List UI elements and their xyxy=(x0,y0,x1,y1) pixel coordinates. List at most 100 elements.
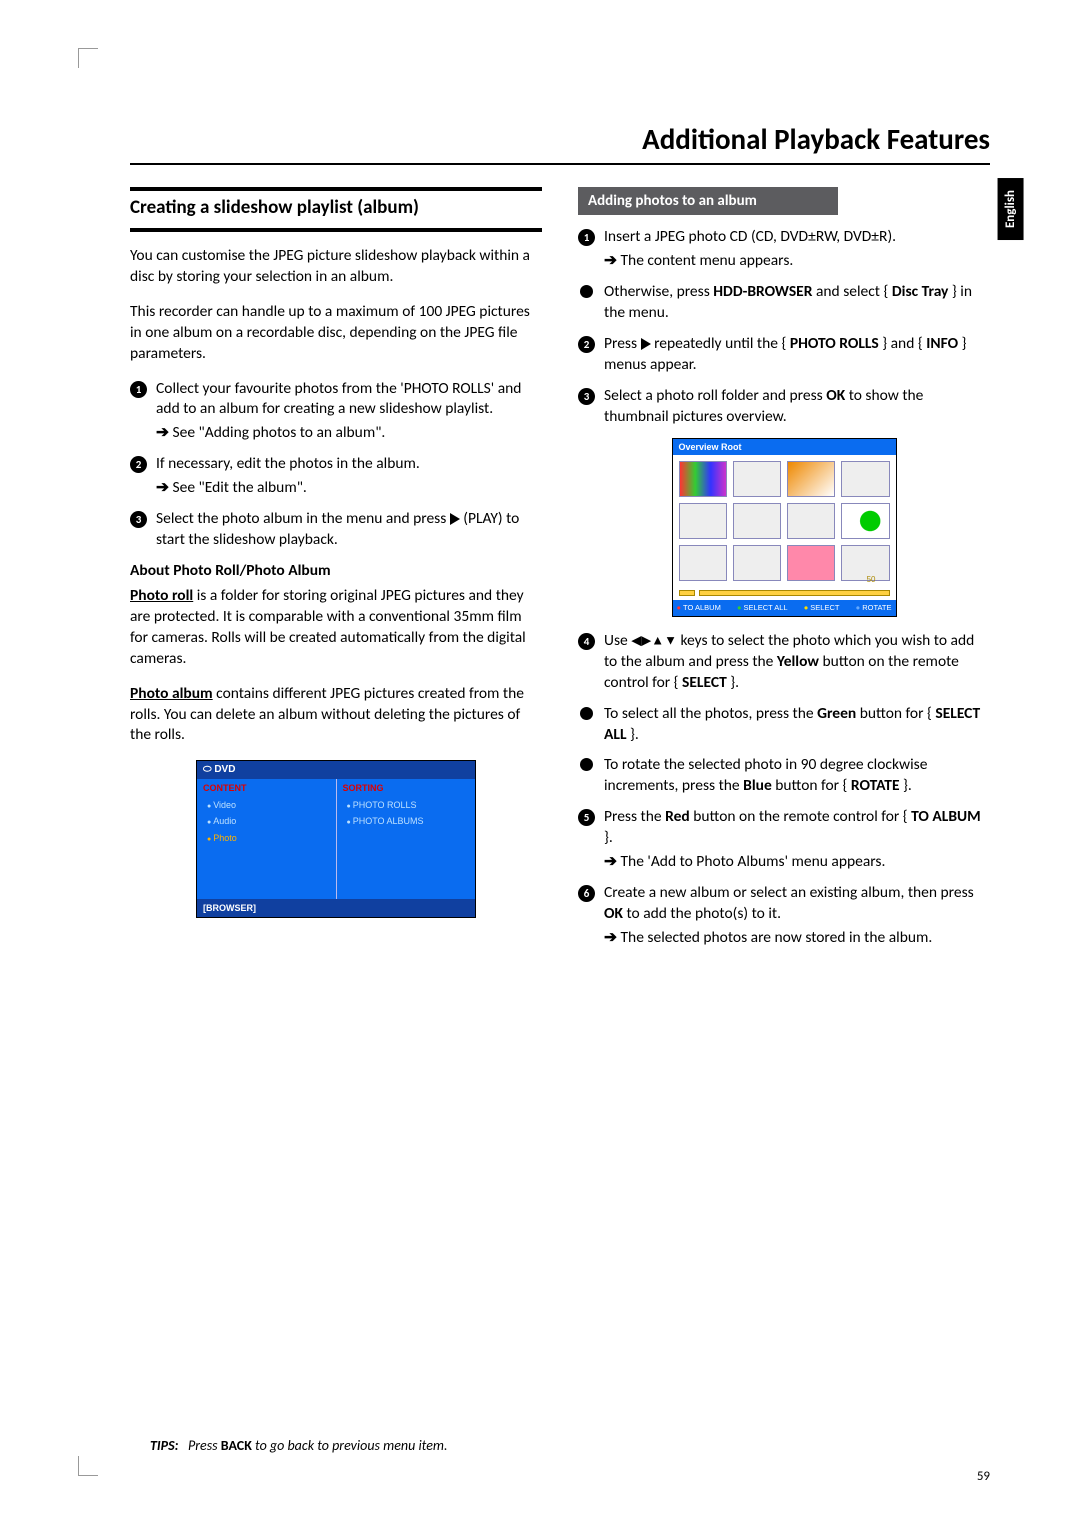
tips-text-a: Press xyxy=(188,1437,221,1454)
right-column: Adding photos to an album 1 Insert a JPE… xyxy=(578,187,990,959)
step-r1b: Otherwise, press HDD-BROWSER and select … xyxy=(578,282,990,324)
language-tab: English xyxy=(998,178,1024,240)
nav-arrows-icon: ◀▶▲▼ xyxy=(631,633,677,648)
overview-title: Overview Root xyxy=(673,439,896,455)
t: Disc Tray xyxy=(892,282,949,301)
step-number-icon: 5 xyxy=(578,809,595,826)
step-number-icon: 2 xyxy=(578,336,595,353)
tips-text-b: to go back to previous menu item. xyxy=(252,1437,448,1454)
t: button on the remote control for { xyxy=(690,807,911,826)
browser-col1-head: CONTENT xyxy=(197,779,336,797)
step-r5-sub: The 'Add to Photo Albums' menu appears. xyxy=(604,852,990,873)
t: Yellow xyxy=(777,652,819,671)
t: }. xyxy=(900,776,912,795)
t: repeatedly until the { xyxy=(651,334,790,353)
footer-rotate: ROTATE xyxy=(856,603,892,613)
thumbnail xyxy=(787,503,835,539)
t: OK xyxy=(604,904,623,923)
thumbnail xyxy=(841,545,889,581)
thumbnail xyxy=(787,461,835,497)
t: OK xyxy=(826,386,845,405)
step-number-icon: 1 xyxy=(578,229,595,246)
thumbnail xyxy=(679,503,727,539)
step-r6-sub: The selected photos are now stored in th… xyxy=(604,928,990,949)
thumbnail xyxy=(841,503,889,539)
t: Select a photo roll folder and press xyxy=(604,386,826,405)
step-3: 3 Select the photo album in the menu and… xyxy=(130,509,542,551)
t: Otherwise, press xyxy=(604,282,713,301)
step-1-sub: See "Adding photos to an album". xyxy=(156,423,542,444)
page: Additional Playback Features English Cre… xyxy=(0,0,1080,1524)
step-r1-sub: The content menu appears. xyxy=(604,251,990,272)
browser-footer: [BROWSER] xyxy=(197,899,475,917)
t: and select { xyxy=(812,282,891,301)
t: }. xyxy=(727,673,739,692)
photo-album-label: Photo album xyxy=(130,684,213,703)
step-1-text: Collect your favourite photos from the '… xyxy=(156,379,521,419)
tips-label: TIPS: xyxy=(150,1437,179,1454)
t: INFO xyxy=(926,334,958,353)
step-r1: 1 Insert a JPEG photo CD (CD, DVD±RW, DV… xyxy=(578,227,990,272)
browser-item: Audio xyxy=(197,813,336,829)
t: }. xyxy=(604,828,613,847)
step-2-text: If necessary, edit the photos in the alb… xyxy=(156,454,420,473)
step-number-icon: 6 xyxy=(578,885,595,902)
browser-item: PHOTO ALBUMS xyxy=(337,813,476,829)
play-icon xyxy=(450,513,460,525)
about-heading: About Photo Roll/Photo Album xyxy=(130,561,542,582)
intro-paragraph-1: You can customise the JPEG picture slide… xyxy=(130,246,542,288)
bullet-icon xyxy=(580,707,593,720)
thumbnail-grid xyxy=(673,455,896,587)
step-number-icon: 2 xyxy=(130,456,147,473)
t: Press xyxy=(604,334,641,353)
thumbnail xyxy=(733,461,781,497)
t: ROTATE xyxy=(851,776,900,795)
thumbnail xyxy=(787,545,835,581)
photo-roll-label: Photo roll xyxy=(130,586,193,605)
footer-select: SELECT xyxy=(804,603,840,613)
thumbnail xyxy=(679,545,727,581)
browser-item: Video xyxy=(197,797,336,813)
t: TO ALBUM xyxy=(911,807,981,826)
step-1: 1 Collect your favourite photos from the… xyxy=(130,379,542,445)
t: }. xyxy=(627,725,639,744)
section-heading-slideshow: Creating a slideshow playlist (album) xyxy=(130,187,542,232)
t: HDD-BROWSER xyxy=(713,282,812,301)
tips-bold: BACK xyxy=(221,1437,252,1454)
t: Press the xyxy=(604,807,665,826)
bullet-icon xyxy=(580,285,593,298)
overview-progress xyxy=(673,590,896,600)
t: Blue xyxy=(743,776,772,795)
step-r4: 4 Use ◀▶▲▼ keys to select the photo whic… xyxy=(578,631,990,694)
t: Red xyxy=(665,807,690,826)
overview-footer: TO ALBUM SELECT ALL SELECT ROTATE xyxy=(673,600,896,616)
t: Green xyxy=(817,704,856,723)
page-title: Additional Playback Features xyxy=(130,120,990,165)
browser-item: PHOTO ROLLS xyxy=(337,797,476,813)
browser-col2-head: SORTING xyxy=(337,779,476,797)
thumbnail xyxy=(679,461,727,497)
t: Use xyxy=(604,631,631,650)
t: SELECT xyxy=(682,673,727,692)
step-number-icon: 3 xyxy=(578,388,595,405)
play-icon xyxy=(641,338,651,350)
thumbnail xyxy=(733,503,781,539)
footer-to-album: TO ALBUM xyxy=(677,603,721,613)
step-2-sub: See "Edit the album". xyxy=(156,478,542,499)
step-r6: 6 Create a new album or select an existi… xyxy=(578,883,990,949)
t: button for { xyxy=(772,776,851,795)
page-number: 59 xyxy=(977,1468,990,1486)
about-photo-roll: Photo roll is a folder for storing origi… xyxy=(130,586,542,670)
t: button for { xyxy=(856,704,935,723)
crop-mark-bottom xyxy=(78,1456,98,1476)
overview-screenshot: Overview Root 50 TO ALBUM SELECT ALL SEL… xyxy=(672,438,897,617)
left-column: Creating a slideshow playlist (album) Yo… xyxy=(130,187,542,959)
step-r5: 5 Press the Red button on the remote con… xyxy=(578,807,990,873)
step-3-text-a: Select the photo album in the menu and p… xyxy=(156,509,450,528)
browser-title: DVD xyxy=(197,761,475,779)
step-r2: 2 Press repeatedly until the { PHOTO ROL… xyxy=(578,334,990,376)
t: PHOTO ROLLS xyxy=(790,334,879,353)
tips-footer: TIPS: Press BACK to go back to previous … xyxy=(150,1437,448,1456)
step-r4c: To rotate the selected photo in 90 degre… xyxy=(578,755,990,797)
step-number-icon: 3 xyxy=(130,511,147,528)
